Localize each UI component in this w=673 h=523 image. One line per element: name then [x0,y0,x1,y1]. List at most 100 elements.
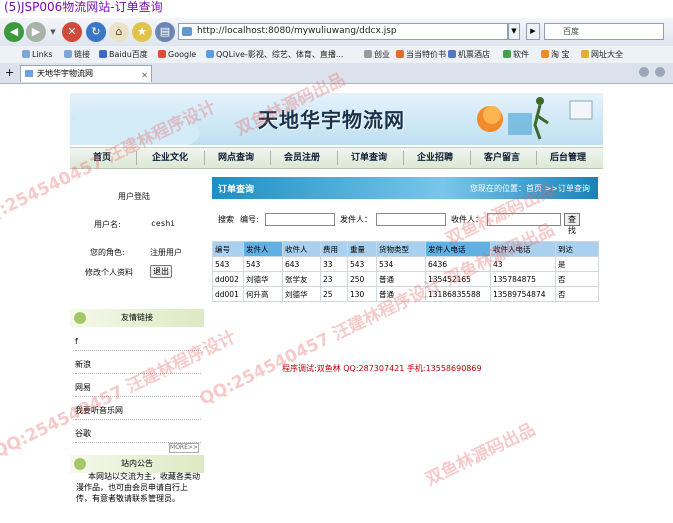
menu-item-jobs[interactable]: 企业招聘 [407,148,463,168]
address-text: http://localhost:8080/mywuliuwang/ddcx.j… [197,26,397,36]
bookmark-item[interactable]: 链接 [64,46,90,63]
menu-divider [204,151,205,165]
table-cell: 13186835588 [425,286,491,302]
menu-item-messages[interactable]: 客户留言 [474,148,530,168]
tab-label: 天地华宇物流网 [37,69,93,78]
bookmark-item[interactable]: 网址大全 [581,46,623,63]
friend-link[interactable]: f [75,334,201,351]
menu-divider [403,151,404,165]
table-cell: 135784875 [490,271,556,287]
column-header: 收件人 [282,241,321,257]
menu-divider [337,151,338,165]
menu-item-outlets[interactable]: 网点查询 [208,148,264,168]
forward-icon[interactable]: ▶ [26,22,46,42]
friend-link[interactable]: 网易 [75,380,201,397]
table-cell: dd002 [212,271,244,287]
bookmark-star-icon[interactable]: ★ [132,22,152,42]
username-label: 用户名: [94,220,121,229]
search-input[interactable]: 百度 [544,23,664,40]
tab-list-icon[interactable] [639,67,649,77]
search-prefix: 搜索 [218,215,234,224]
sender-input[interactable] [376,213,446,226]
menu-item-order-query[interactable]: 订单查询 [341,148,397,168]
table-cell: dd001 [212,286,244,302]
table-cell: 普通 [376,271,426,287]
column-header: 发件人电话 [425,241,491,257]
number-input[interactable] [265,213,335,226]
menu-item-register[interactable]: 会员注册 [274,148,330,168]
table-cell: 刘德华 [243,271,283,287]
tab-favicon-icon [25,70,33,77]
dropdown-icon[interactable]: ▼ [48,22,58,42]
web-page: 天地华宇物流网 首页 企业文化 网点查询 会员注册 订单查询 企业招聘 客户留言… [70,93,603,523]
table-cell: 543 [212,256,244,272]
bookmark-item[interactable]: 创业 [364,46,390,63]
find-button[interactable]: 查找 [564,213,580,235]
column-header: 重量 [347,241,377,257]
table-cell: 130 [347,286,377,302]
tab-bar: + 天地华宇物流网 ✕ [0,63,673,84]
notice-text: 本网站以交流为主，收藏各类动漫作品，也可由会员申请自行上传，有意者敬请联系管理员… [76,472,200,503]
sidebar: 用户登陆 用户名: ceshi 您的角色: 注册用户 修改个人资料 退出 友情链… [70,177,208,523]
bookmark-item[interactable]: 当当特价书 [396,46,446,63]
close-tab-icon[interactable]: ✕ [141,68,148,83]
history-icon[interactable]: ▤ [155,22,175,42]
table-cell: 何升高 [243,286,283,302]
modify-profile-link[interactable]: 修改个人资料 [85,267,133,278]
table-cell: 534 [376,256,426,272]
menu-divider [270,151,271,165]
go-icon[interactable]: ▶ [526,23,540,40]
table-cell: 否 [555,286,599,302]
browser-tab[interactable]: 天地华宇物流网 ✕ [20,65,152,82]
more-links-button[interactable]: MORE>> [169,443,199,453]
bookmark-item[interactable]: Google [158,46,196,63]
table-cell: 刘德华 [282,286,321,302]
main-content: 订单查询 您现在的位置：首页 >>订单查询 搜索 编号: 发件人： 收件人： 查… [212,177,600,523]
address-bar[interactable]: http://localhost:8080/mywuliuwang/ddcx.j… [178,23,508,40]
menu-item-culture[interactable]: 企业文化 [142,148,198,168]
new-tab-icon[interactable]: + [5,66,14,79]
menu-item-admin[interactable]: 后台管理 [540,148,596,168]
leaf-icon [74,458,86,470]
home-icon[interactable]: ⌂ [109,22,129,42]
main-header: 订单查询 您现在的位置：首页 >>订单查询 [212,177,598,199]
table-header-row: 编号 发件人 收件人 费用 重量 货物类型 发件人电话 收件人电话 到达 [212,241,599,257]
logout-button[interactable]: 退出 [150,265,172,278]
table-cell: 否 [555,271,599,287]
menu-item-home[interactable]: 首页 [80,148,124,168]
address-dropdown-icon[interactable]: ▼ [508,23,520,40]
column-header: 编号 [212,241,244,257]
menu-divider [136,151,137,165]
bookmark-item[interactable]: 淘 宝 [541,46,570,63]
links-section-header: 友情链接 [70,309,204,327]
tab-menu-icon[interactable] [655,67,665,77]
bookmark-item[interactable]: 软件 [503,46,529,63]
refresh-icon[interactable]: ↻ [86,22,106,42]
stop-icon[interactable]: ✕ [62,22,82,42]
order-table: 编号 发件人 收件人 费用 重量 货物类型 发件人电话 收件人电话 到达 543… [212,241,599,302]
column-header: 收件人电话 [490,241,556,257]
friend-link[interactable]: 谷歌 [75,426,201,443]
table-cell: 250 [347,271,377,287]
bookmark-item[interactable]: Links [22,46,53,63]
table-row: dd002 刘德华 张学友 23 250 普通 135452165 135784… [212,271,599,287]
bookmark-item[interactable]: QQLive-影视、综艺、体育、直播... [206,46,343,63]
friend-link[interactable]: 新浪 [75,357,201,374]
table-cell: 135452165 [425,271,491,287]
menu-divider [536,151,537,165]
table-cell: 643 [282,256,321,272]
table-cell: 25 [320,286,348,302]
friend-link[interactable]: 我要听音乐网 [75,403,201,420]
bookmark-item[interactable]: 机票酒店 [448,46,490,63]
table-cell: 是 [555,256,599,272]
browser-toolbar: ◀ ▶ ▼ ✕ ↻ ⌂ ★ ▤ http://localhost:8080/my… [0,18,673,47]
window-title: (5)JSP006物流网站-订单查询 [0,0,673,16]
column-header: 货物类型 [376,241,426,257]
receiver-input[interactable] [487,213,561,226]
column-header: 到达 [555,241,599,257]
bookmark-item[interactable]: Baidu百度 [99,46,148,63]
table-cell: 43 [490,256,556,272]
table-cell: 13589754874 [490,286,556,302]
back-icon[interactable]: ◀ [4,22,24,42]
links-title: 友情链接 [121,313,153,322]
